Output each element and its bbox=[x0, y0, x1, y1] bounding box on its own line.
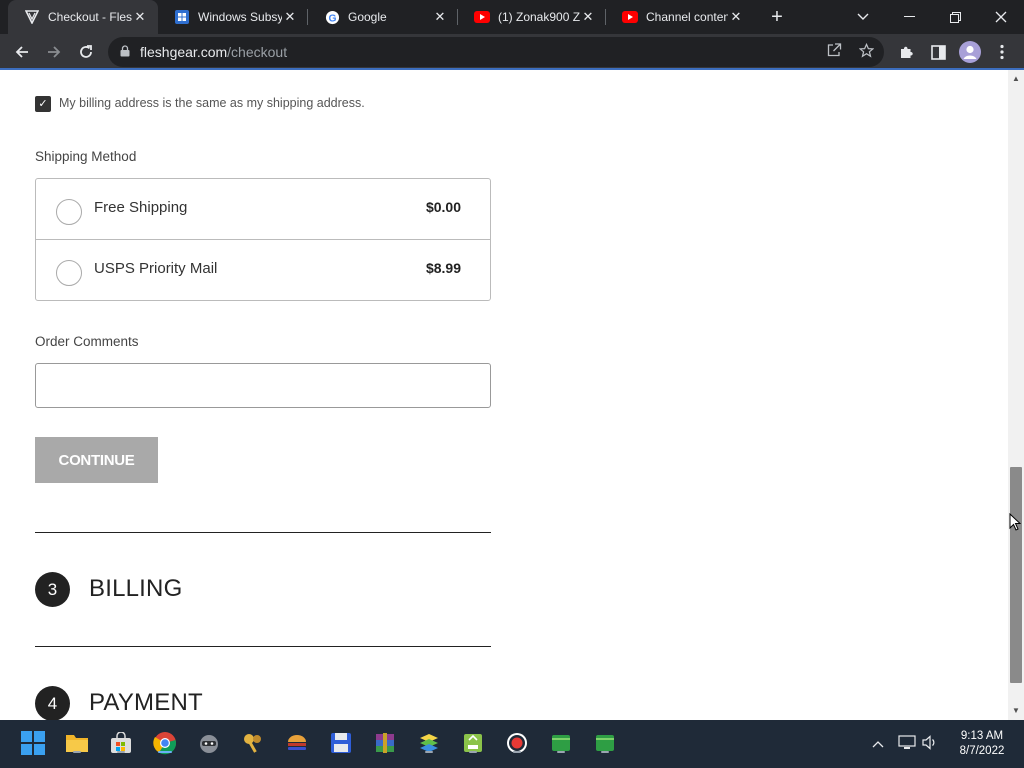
tab-windows-subsystem[interactable]: Windows Subsy ✕ bbox=[158, 0, 308, 34]
tab-title: (1) Zonak900 Zo bbox=[498, 10, 580, 24]
burger-app-icon[interactable] bbox=[284, 730, 310, 756]
url-host: fleshgear.com bbox=[140, 44, 228, 60]
bookmark-star-icon[interactable] bbox=[857, 41, 875, 59]
store-icon[interactable] bbox=[108, 730, 134, 756]
billing-same-checkbox[interactable]: ✓ bbox=[35, 96, 51, 112]
tab-google[interactable]: G Google ✕ bbox=[308, 0, 458, 34]
youtube-icon bbox=[622, 9, 638, 25]
windows-icon bbox=[174, 9, 190, 25]
running-indicator bbox=[73, 751, 81, 753]
shipping-radio[interactable] bbox=[56, 260, 82, 286]
address-bar[interactable]: fleshgear.com/checkout bbox=[108, 37, 884, 67]
divider bbox=[35, 532, 491, 533]
screen-recorder-icon[interactable] bbox=[504, 730, 530, 756]
windows-taskbar: 9:13 AM 8/7/2022 bbox=[0, 720, 1024, 768]
browser-toolbar: fleshgear.com/checkout bbox=[0, 34, 1024, 70]
step-number-billing: 3 bbox=[35, 572, 70, 607]
forward-arrow-icon[interactable] bbox=[40, 38, 68, 66]
close-tab-icon[interactable]: ✕ bbox=[432, 9, 448, 25]
chrome-icon[interactable] bbox=[152, 730, 178, 756]
tab-search-icon[interactable] bbox=[840, 0, 886, 34]
tab-checkout[interactable]: Checkout - Flesh ✕ bbox=[8, 0, 158, 34]
green-app-icon[interactable] bbox=[548, 730, 574, 756]
scroll-up-icon[interactable]: ▲ bbox=[1008, 72, 1024, 86]
running-indicator bbox=[601, 751, 609, 753]
close-tab-icon[interactable]: ✕ bbox=[132, 9, 148, 25]
close-window-icon[interactable] bbox=[978, 0, 1024, 34]
keys-app-icon[interactable] bbox=[240, 730, 266, 756]
side-panel-icon[interactable] bbox=[924, 38, 952, 66]
shipping-option-label: USPS Priority Mail bbox=[94, 260, 218, 277]
order-comments-input[interactable] bbox=[35, 363, 491, 408]
tab-title: Windows Subsy bbox=[198, 10, 282, 24]
bluestacks-icon[interactable] bbox=[416, 730, 442, 756]
youtube-icon bbox=[474, 9, 490, 25]
taskbar-clock[interactable]: 9:13 AM 8/7/2022 bbox=[950, 729, 1014, 759]
shipping-option-usps[interactable]: USPS Priority Mail $8.99 bbox=[36, 239, 490, 300]
tab-title: Channel content bbox=[646, 10, 728, 24]
reload-icon[interactable] bbox=[72, 38, 100, 66]
raccoon-app-icon[interactable] bbox=[196, 730, 222, 756]
winrar-icon[interactable] bbox=[372, 730, 398, 756]
file-explorer-icon[interactable] bbox=[64, 730, 90, 756]
new-tab-button[interactable]: + bbox=[766, 6, 788, 28]
running-indicator bbox=[117, 751, 125, 753]
billing-same-label: My billing address is the same as my shi… bbox=[59, 96, 365, 110]
lock-icon bbox=[120, 44, 130, 60]
fleshgear-icon bbox=[24, 9, 40, 25]
running-indicator bbox=[557, 751, 565, 753]
order-comments-label: Order Comments bbox=[35, 334, 139, 349]
running-indicator bbox=[513, 751, 521, 753]
mouse-cursor-icon bbox=[1009, 512, 1022, 531]
green-app-icon[interactable] bbox=[592, 730, 618, 756]
continue-button[interactable]: CONTINUE bbox=[35, 437, 158, 483]
url-path: /checkout bbox=[227, 44, 288, 60]
windows-start-icon[interactable] bbox=[20, 730, 46, 756]
close-tab-icon[interactable]: ✕ bbox=[282, 9, 298, 25]
divider bbox=[35, 646, 491, 647]
close-tab-icon[interactable]: ✕ bbox=[728, 9, 744, 25]
step-number-payment: 4 bbox=[35, 686, 70, 720]
apk-installer-icon[interactable] bbox=[460, 730, 486, 756]
google-icon: G bbox=[324, 9, 340, 25]
clock-time: 9:13 AM bbox=[960, 730, 1004, 742]
step-title-billing[interactable]: BILLING bbox=[89, 575, 182, 603]
shipping-method-label: Shipping Method bbox=[35, 149, 137, 164]
close-tab-icon[interactable]: ✕ bbox=[580, 9, 596, 25]
network-icon[interactable] bbox=[898, 735, 916, 753]
step-title-payment[interactable]: PAYMENT bbox=[89, 689, 203, 717]
running-indicator bbox=[469, 751, 477, 753]
shipping-option-price: $8.99 bbox=[425, 260, 461, 276]
volume-icon[interactable] bbox=[922, 735, 938, 753]
svg-text:G: G bbox=[328, 13, 336, 24]
clock-date: 8/7/2022 bbox=[959, 745, 1005, 757]
minimize-icon[interactable] bbox=[886, 0, 932, 34]
shipping-option-price: $0.00 bbox=[425, 199, 461, 215]
tab-title: Checkout - Flesh bbox=[48, 10, 132, 24]
tab-channel-content[interactable]: Channel content ✕ bbox=[606, 0, 754, 34]
back-arrow-icon[interactable] bbox=[8, 38, 36, 66]
floppy-save-icon[interactable] bbox=[328, 730, 354, 756]
page-scrollbar[interactable]: ▲ ▼ bbox=[1008, 70, 1024, 720]
chrome-menu-icon[interactable] bbox=[988, 38, 1016, 66]
restore-icon[interactable] bbox=[932, 0, 978, 34]
shipping-radio[interactable] bbox=[56, 199, 82, 225]
browser-tab-bar: Checkout - Flesh ✕ Windows Subsy ✕ G Goo… bbox=[0, 0, 1024, 34]
scrollbar-thumb[interactable] bbox=[1010, 467, 1022, 683]
tab-youtube-zonak[interactable]: (1) Zonak900 Zo ✕ bbox=[458, 0, 606, 34]
share-icon[interactable] bbox=[825, 41, 843, 59]
shipping-options: Free Shipping $0.00 USPS Priority Mail $… bbox=[35, 178, 491, 301]
shipping-option-free[interactable]: Free Shipping $0.00 bbox=[36, 179, 490, 240]
profile-avatar-icon[interactable] bbox=[956, 38, 984, 66]
tab-title: Google bbox=[348, 10, 387, 24]
extensions-puzzle-icon[interactable] bbox=[892, 38, 920, 66]
checkout-page: ✓ My billing address is the same as my s… bbox=[0, 70, 1008, 720]
shipping-option-label: Free Shipping bbox=[94, 199, 188, 216]
show-hidden-icons-icon[interactable] bbox=[872, 736, 884, 751]
running-indicator bbox=[425, 751, 433, 753]
active-indicator bbox=[158, 751, 172, 753]
scroll-down-icon[interactable]: ▼ bbox=[1008, 704, 1024, 718]
